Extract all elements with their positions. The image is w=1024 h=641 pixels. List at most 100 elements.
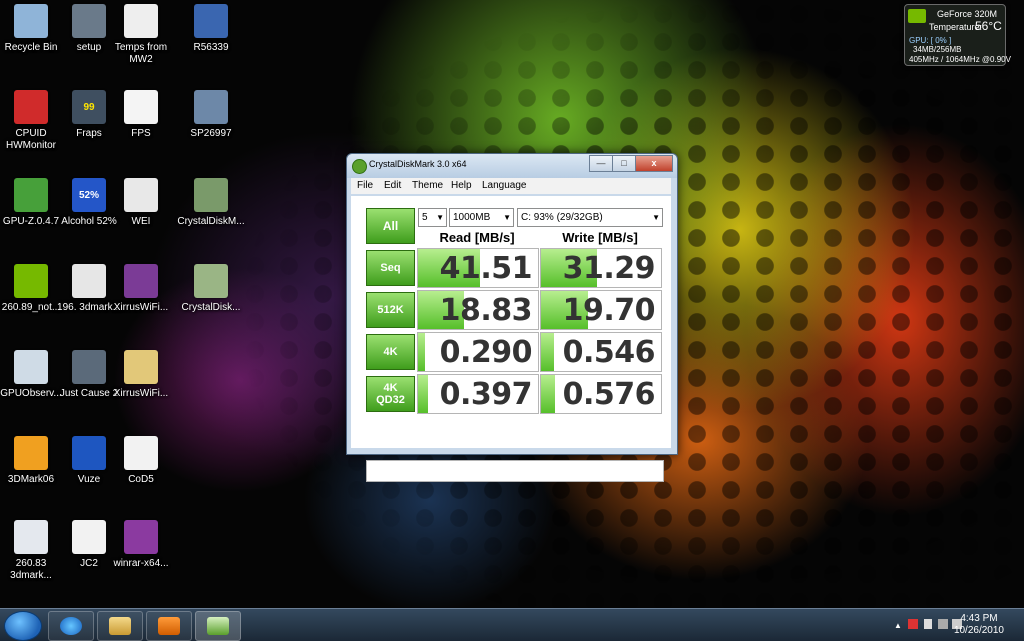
desktop-icon[interactable]: R56339 <box>174 4 248 54</box>
battery-icon[interactable] <box>924 619 932 629</box>
icon-badge: 99 <box>83 101 95 113</box>
crystaldisk-icon <box>194 264 228 298</box>
3dmark-icon <box>14 436 48 470</box>
crystaldiskmark-window: CrystalDiskMark 3.0 x64 — □ x File Edit … <box>346 153 678 482</box>
write-value: 0.576 <box>562 377 656 412</box>
robot-icon <box>194 4 228 38</box>
clock[interactable]: 4:43 PM 10/26/2010 <box>954 613 1004 637</box>
read-bar-fill <box>418 333 425 371</box>
gadget-memory: 34MB/256MB <box>913 45 962 54</box>
setup-icon <box>72 4 106 38</box>
gadget-title: GeForce 320M <box>937 9 998 19</box>
desktop-icon[interactable]: SP26997 <box>174 90 248 140</box>
test-size-value: 1000MB <box>453 212 491 223</box>
row-label: 512K <box>377 304 404 316</box>
minimize-button[interactable]: — <box>589 155 613 172</box>
read-header: Read [MB/s] <box>439 230 515 245</box>
document-icon <box>124 436 158 470</box>
write-result-4: 0.576 <box>540 374 662 414</box>
tray-arrow-icon[interactable]: ▲ <box>894 621 902 630</box>
document-icon <box>124 4 158 38</box>
write-value: 0.546 <box>562 335 656 370</box>
desktop-icon-label: Temps from MW2 <box>114 42 168 65</box>
desktop-icon[interactable]: CoD5 <box>104 436 178 486</box>
write-bar-fill <box>541 375 555 413</box>
read-result-4: 0.397 <box>417 374 539 414</box>
row-label: 4K QD32 <box>376 382 405 406</box>
start-button[interactable] <box>4 611 42 641</box>
gpu-icon <box>14 178 48 212</box>
gadget-temp-value: 56°C <box>975 19 1002 33</box>
nvidia-icon <box>14 264 48 298</box>
nvidia-logo-icon <box>908 9 926 23</box>
taskbar: ▲ 4:43 PM 10/26/2010 <box>0 608 1024 641</box>
internet-explorer-icon <box>60 617 82 635</box>
desktop-icon[interactable]: CrystalDiskM... <box>174 178 248 228</box>
desktop-icon[interactable]: FPS <box>104 90 178 140</box>
status-bar <box>366 460 664 482</box>
folder-icon <box>124 350 158 384</box>
recycle-bin-icon <box>14 4 48 38</box>
taskbar-internet-explorer[interactable] <box>48 611 94 641</box>
read-value: 0.397 <box>439 377 533 412</box>
desktop-icon-label: SP26997 <box>190 128 232 139</box>
gpu-gadget: GeForce 320M Temperature: 56°C GPU: [ 0%… <box>904 4 1011 66</box>
chevron-down-icon: ▼ <box>436 213 444 222</box>
desktop-icon[interactable]: Temps from MW2 <box>104 4 178 66</box>
system-tray: ▲ 4:43 PM 10/26/2010 <box>884 609 1024 641</box>
row-label: 4K <box>383 346 398 358</box>
write-bar-fill <box>541 333 554 371</box>
test-count-select[interactable]: 5 ▼ <box>418 208 447 227</box>
taskbar-media-player[interactable] <box>146 611 192 641</box>
menu-language[interactable]: Language <box>482 180 527 191</box>
taskbar-windows-explorer[interactable] <box>97 611 143 641</box>
write-result-3: 0.546 <box>540 332 662 372</box>
read-result-1: 41.51 <box>417 248 539 288</box>
desktop-icon[interactable]: XirrusWiFi... <box>104 350 178 400</box>
document-icon <box>124 178 158 212</box>
clock-icon <box>14 350 48 384</box>
menu-file[interactable]: File <box>357 180 373 191</box>
menu-edit[interactable]: Edit <box>384 180 401 191</box>
clock-time: 4:43 PM <box>960 613 998 624</box>
desktop-icon-label: CoD5 <box>128 474 154 485</box>
write-value: 19.70 <box>562 293 656 328</box>
taskbar-crystaldiskmark[interactable] <box>195 611 241 641</box>
row-button-1[interactable]: Seq <box>366 250 415 286</box>
drive-value: C: 93% (29/32GB) <box>521 212 603 223</box>
menu-help[interactable]: Help <box>451 180 472 191</box>
row-button-3[interactable]: 4K <box>366 334 415 370</box>
row-button-2[interactable]: 512K <box>366 292 415 328</box>
document-icon <box>124 90 158 124</box>
test-count-value: 5 <box>422 212 428 223</box>
network-icon[interactable] <box>938 619 948 629</box>
fraps-icon: 99 <box>72 90 106 124</box>
winrar-icon <box>124 520 158 554</box>
document-icon <box>72 520 106 554</box>
media-player-icon <box>158 617 180 635</box>
desktop-icon-label: R56339 <box>193 42 229 53</box>
maximize-button[interactable]: □ <box>612 155 636 172</box>
test-size-select[interactable]: 1000MB ▼ <box>449 208 514 227</box>
menu-bar: File Edit Theme Help Language <box>351 178 671 194</box>
write-result-2: 19.70 <box>540 290 662 330</box>
desktop-icon[interactable]: CrystalDisk... <box>174 264 248 314</box>
desktop-icon-label: CrystalDisk... <box>181 302 241 313</box>
hwmonitor-icon <box>14 90 48 124</box>
write-header: Write [MB/s] <box>562 230 638 245</box>
gadget-gpu-load: GPU: [ 0% ] <box>909 36 952 45</box>
title-bar[interactable]: CrystalDiskMark 3.0 x64 — □ x <box>347 154 677 178</box>
chevron-down-icon: ▼ <box>503 213 511 222</box>
all-button[interactable]: All <box>366 208 415 244</box>
desktop-icon-label: WEI <box>131 216 151 227</box>
desktop-icon[interactable]: WEI <box>104 178 178 228</box>
close-button[interactable]: x <box>635 155 673 172</box>
drive-select[interactable]: C: 93% (29/32GB) ▼ <box>517 208 663 227</box>
row-button-4[interactable]: 4K QD32 <box>366 376 415 412</box>
icon-badge: 52% <box>78 189 99 201</box>
action-center-icon[interactable] <box>908 619 918 629</box>
desktop-icon[interactable]: winrar-x64... <box>104 520 178 570</box>
desktop-icon[interactable]: XirrusWiFi... <box>104 264 178 314</box>
window-title: CrystalDiskMark 3.0 x64 <box>369 159 467 169</box>
menu-theme[interactable]: Theme <box>412 180 443 191</box>
